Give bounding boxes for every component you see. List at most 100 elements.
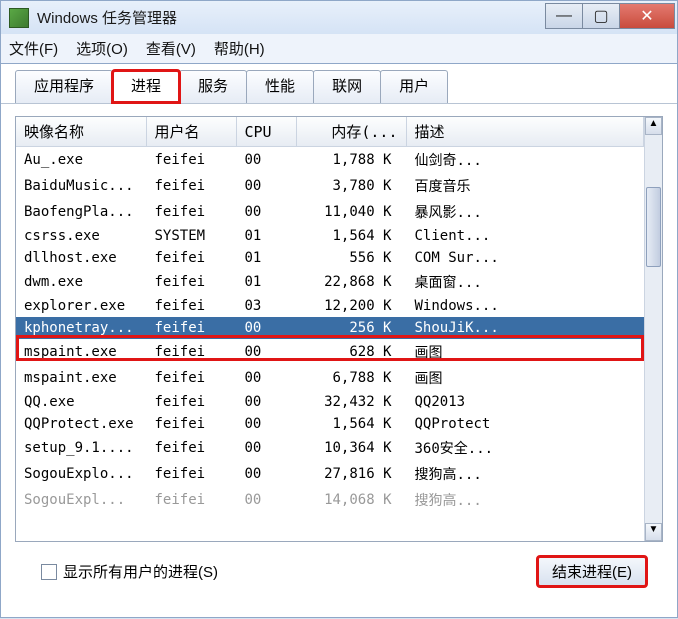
table-row[interactable]: dwm.exefeifei0122,868 K桌面窗... xyxy=(16,269,644,295)
cell-mem: 32,432 K xyxy=(296,391,406,413)
cell-user: feifei xyxy=(146,317,236,339)
cell-user: feifei xyxy=(146,295,236,317)
scroll-up-button[interactable]: ▲ xyxy=(645,117,662,135)
cell-user: feifei xyxy=(146,339,236,365)
table-row[interactable]: QQ.exefeifei0032,432 KQQ2013 xyxy=(16,391,644,413)
cell-cpu: 00 xyxy=(236,391,296,413)
cell-name: setup_9.1.... xyxy=(16,435,146,461)
table-row[interactable]: dllhost.exefeifei01556 KCOM Sur... xyxy=(16,247,644,269)
cell-cpu: 00 xyxy=(236,317,296,339)
cell-mem: 628 K xyxy=(296,339,406,365)
cell-user: feifei xyxy=(146,269,236,295)
cell-desc: Windows... xyxy=(406,295,644,317)
menu-options[interactable]: 选项(O) xyxy=(76,38,128,59)
scroll-thumb[interactable] xyxy=(646,187,661,267)
table-row[interactable]: SogouExplo...feifei0027,816 K搜狗高... xyxy=(16,461,644,487)
menu-help[interactable]: 帮助(H) xyxy=(214,38,265,59)
col-memory[interactable]: 内存(... xyxy=(296,117,406,147)
cell-desc: QQ2013 xyxy=(406,391,644,413)
tab-networking[interactable]: 联网 xyxy=(313,70,381,103)
cell-mem: 1,788 K xyxy=(296,147,406,174)
tab-applications[interactable]: 应用程序 xyxy=(15,70,113,103)
cell-mem: 14,068 K xyxy=(296,487,406,513)
cell-mem: 556 K xyxy=(296,247,406,269)
app-icon xyxy=(9,8,29,28)
scroll-down-button[interactable]: ▼ xyxy=(645,523,662,541)
cell-cpu: 00 xyxy=(236,173,296,199)
tab-services[interactable]: 服务 xyxy=(179,70,247,103)
table-row[interactable]: BaiduMusic...feifei003,780 K百度音乐 xyxy=(16,173,644,199)
cell-desc: 画图 xyxy=(406,339,644,365)
cell-name: SogouExplo... xyxy=(16,461,146,487)
minimize-button[interactable]: — xyxy=(545,3,583,29)
cell-cpu: 00 xyxy=(236,461,296,487)
cell-cpu: 00 xyxy=(236,147,296,174)
show-all-users-wrap[interactable]: 显示所有用户的进程(S) xyxy=(41,561,218,582)
menubar: 文件(F) 选项(O) 查看(V) 帮助(H) xyxy=(0,34,678,64)
col-user-name[interactable]: 用户名 xyxy=(146,117,236,147)
cell-mem: 12,200 K xyxy=(296,295,406,317)
cell-cpu: 00 xyxy=(236,199,296,225)
cell-name: mspaint.exe xyxy=(16,365,146,391)
cell-desc: 画图 xyxy=(406,365,644,391)
col-image-name[interactable]: 映像名称 xyxy=(16,117,146,147)
cell-desc: 360安全... xyxy=(406,435,644,461)
table-row[interactable]: kphonetray...feifei00256 KShouJiK... xyxy=(16,317,644,339)
cell-name: BaofengPla... xyxy=(16,199,146,225)
table-row[interactable]: mspaint.exefeifei00628 K画图 xyxy=(16,339,644,365)
table-row[interactable]: SogouExpl...feifei0014,068 K搜狗高... xyxy=(16,487,644,513)
close-button[interactable]: ✕ xyxy=(619,3,675,29)
cell-cpu: 03 xyxy=(236,295,296,317)
cell-desc: QQProtect xyxy=(406,413,644,435)
menu-view[interactable]: 查看(V) xyxy=(146,38,196,59)
col-cpu[interactable]: CPU xyxy=(236,117,296,147)
cell-name: dllhost.exe xyxy=(16,247,146,269)
cell-cpu: 00 xyxy=(236,413,296,435)
cell-desc: 搜狗高... xyxy=(406,461,644,487)
cell-name: kphonetray... xyxy=(16,317,146,339)
process-listbox: 映像名称 用户名 CPU 内存(... 描述 Au_.exefeifei001,… xyxy=(15,116,663,542)
table-row[interactable]: Au_.exefeifei001,788 K仙剑奇... xyxy=(16,147,644,174)
table-row[interactable]: csrss.exeSYSTEM011,564 KClient... xyxy=(16,225,644,247)
table-row[interactable]: QQProtect.exefeifei001,564 KQQProtect xyxy=(16,413,644,435)
cell-desc: 暴风影... xyxy=(406,199,644,225)
cell-user: feifei xyxy=(146,173,236,199)
table-row[interactable]: setup_9.1....feifei0010,364 K360安全... xyxy=(16,435,644,461)
cell-desc: 搜狗高... xyxy=(406,487,644,513)
cell-name: BaiduMusic... xyxy=(16,173,146,199)
show-all-users-label: 显示所有用户的进程(S) xyxy=(63,561,218,582)
cell-desc: COM Sur... xyxy=(406,247,644,269)
cell-mem: 6,788 K xyxy=(296,365,406,391)
cell-user: feifei xyxy=(146,199,236,225)
table-row[interactable]: explorer.exefeifei0312,200 KWindows... xyxy=(16,295,644,317)
tab-performance[interactable]: 性能 xyxy=(246,70,314,103)
tab-users[interactable]: 用户 xyxy=(380,70,448,103)
maximize-button[interactable]: ▢ xyxy=(582,3,620,29)
cell-desc: ShouJiK... xyxy=(406,317,644,339)
cell-cpu: 00 xyxy=(236,365,296,391)
window-buttons: — ▢ ✕ xyxy=(546,3,675,29)
cell-cpu: 01 xyxy=(236,225,296,247)
col-description[interactable]: 描述 xyxy=(406,117,644,147)
cell-name: explorer.exe xyxy=(16,295,146,317)
cell-mem: 11,040 K xyxy=(296,199,406,225)
cell-user: feifei xyxy=(146,391,236,413)
menu-file[interactable]: 文件(F) xyxy=(9,38,58,59)
table-row[interactable]: mspaint.exefeifei006,788 K画图 xyxy=(16,365,644,391)
scrollbar[interactable]: ▲ ▼ xyxy=(644,117,662,541)
cell-desc: 仙剑奇... xyxy=(406,147,644,174)
cell-user: feifei xyxy=(146,435,236,461)
cell-name: QQ.exe xyxy=(16,391,146,413)
cell-mem: 1,564 K xyxy=(296,225,406,247)
tabstrip: 应用程序 进程 服务 性能 联网 用户 xyxy=(1,64,677,104)
end-process-button[interactable]: 结束进程(E) xyxy=(537,556,647,587)
tab-processes[interactable]: 进程 xyxy=(112,70,180,103)
cell-user: feifei xyxy=(146,487,236,513)
show-all-users-checkbox[interactable] xyxy=(41,564,57,580)
cell-user: feifei xyxy=(146,247,236,269)
cell-desc: Client... xyxy=(406,225,644,247)
process-table: 映像名称 用户名 CPU 内存(... 描述 Au_.exefeifei001,… xyxy=(16,117,644,513)
table-row[interactable]: BaofengPla...feifei0011,040 K暴风影... xyxy=(16,199,644,225)
cell-name: csrss.exe xyxy=(16,225,146,247)
cell-desc: 桌面窗... xyxy=(406,269,644,295)
